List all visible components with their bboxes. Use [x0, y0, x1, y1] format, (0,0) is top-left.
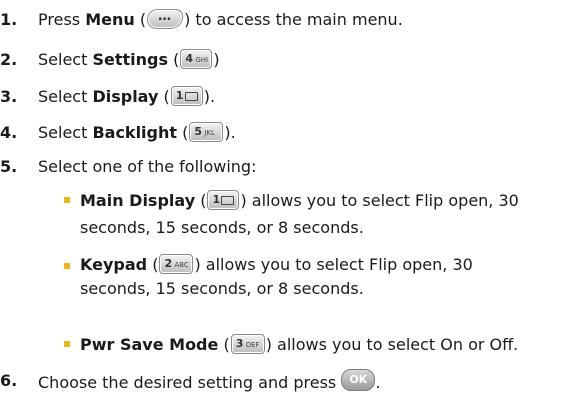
- option-label: Main Display: [80, 191, 196, 210]
- menu-key-icon: …: [145, 9, 185, 29]
- key-digit: 2: [164, 257, 173, 270]
- step-suffix: ) to access the main menu.: [184, 10, 403, 29]
- step-prefix: Select: [38, 123, 93, 142]
- option-text: Keypad (2 ABC) allows you to select Flip …: [80, 253, 583, 301]
- key-letters: DEF: [245, 341, 260, 349]
- step-number: 1.: [0, 10, 18, 29]
- option-text: Pwr Save Mode (3 DEF) allows you to selec…: [80, 331, 583, 358]
- step-text: Select one of the following:: [38, 157, 257, 176]
- key-letters: JKL: [204, 129, 215, 137]
- step-text: Choose the desired setting and press OK.: [38, 369, 380, 395]
- paren-open: (: [195, 191, 207, 210]
- option-label: Pwr Save Mode: [80, 335, 219, 354]
- step-number: 5.: [0, 157, 18, 176]
- step-number: 6.: [0, 371, 18, 390]
- paren-open: (: [158, 87, 170, 106]
- step-suffix: .: [375, 373, 381, 392]
- ok-key-icon: OK: [341, 369, 376, 391]
- option-keypad: Keypad (2 ABC) allows you to select Flip …: [64, 253, 583, 313]
- step-text: Select Display (1).: [38, 85, 215, 109]
- key-digit: 1: [212, 193, 221, 206]
- key-digit: 4: [185, 52, 193, 65]
- key-letters: ABC: [174, 261, 189, 269]
- key-1-envelope-icon: 1: [170, 86, 203, 106]
- step-suffix: ).: [203, 87, 216, 106]
- envelope-icon: [184, 92, 198, 101]
- key-1-envelope-icon: 1: [207, 190, 240, 210]
- option-label: Keypad: [80, 255, 148, 274]
- menu-label: Menu: [85, 10, 135, 29]
- instruction-document: 1. Press Menu ( … ) to access the main men…: [0, 0, 583, 402]
- option-desc-line2: seconds, 15 seconds, or 8 seconds.: [80, 279, 364, 298]
- envelope-icon: [221, 196, 235, 205]
- bullet-icon: [64, 197, 70, 203]
- key-digit: 5: [194, 125, 203, 138]
- option-desc-line2: seconds, 15 seconds, or 8 seconds.: [80, 218, 364, 237]
- key-digit: 1: [175, 89, 184, 102]
- step-number: 3.: [0, 87, 18, 106]
- paren-open: (: [147, 255, 159, 274]
- step-text: Select Settings (4 GHI): [38, 48, 220, 72]
- backlight-label: Backlight: [92, 123, 178, 142]
- step-number: 4.: [0, 123, 18, 142]
- key-2-icon: 2 ABC: [159, 254, 194, 274]
- step-number: 2.: [0, 50, 18, 69]
- bullet-icon: [64, 263, 70, 269]
- paren-open: (: [167, 50, 180, 69]
- key-letters: GHI: [195, 56, 209, 64]
- option-text: Main Display (1 ) allows you to select Fl…: [80, 187, 583, 241]
- key-5-icon: 5 JKL: [189, 122, 224, 142]
- step-text: Select Backlight (5 JKL).: [38, 121, 236, 145]
- key-4-icon: 4 GHI: [180, 49, 213, 69]
- option-desc-line1: ) allows you to select Flip open, 30: [240, 191, 519, 210]
- step-prefix: Select: [38, 50, 93, 69]
- menu-key-glyph: …: [157, 9, 174, 24]
- paren-open: (: [218, 335, 230, 354]
- paren-open: (: [177, 123, 189, 142]
- paren-open: (: [134, 10, 147, 29]
- step-suffix: ): [213, 50, 220, 69]
- ok-key-label: OK: [349, 373, 368, 386]
- step-text: Press Menu ( … ) to access the main menu.: [38, 8, 403, 32]
- key-3-icon: 3 DEF: [230, 334, 265, 354]
- step-prefix: Select: [38, 87, 93, 106]
- settings-label: Settings: [92, 50, 168, 69]
- option-desc: ) allows you to select On or Off.: [265, 335, 519, 354]
- bullet-icon: [64, 341, 70, 347]
- option-main-display: Main Display (1 ) allows you to select Fl…: [64, 187, 583, 247]
- step-prefix: Press: [38, 10, 86, 29]
- key-digit: 3: [235, 337, 244, 350]
- display-label: Display: [92, 87, 159, 106]
- option-desc-line1: ) allows you to select Flip open, 30: [194, 255, 473, 274]
- step-suffix: ).: [224, 123, 236, 142]
- step-prefix: Choose the desired setting and press: [38, 373, 337, 392]
